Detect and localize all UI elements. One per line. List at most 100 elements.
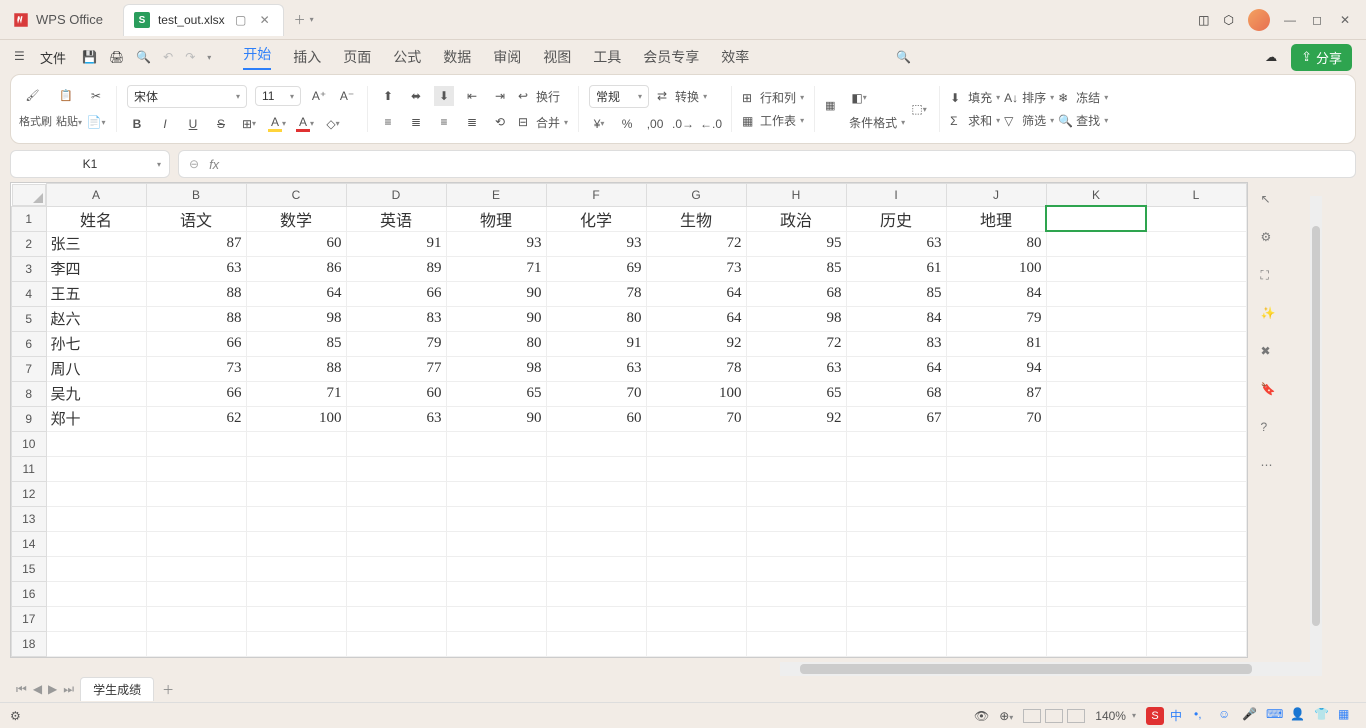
cell-I8[interactable]: 68 [846, 381, 946, 406]
grid-tray-icon[interactable]: ▦ [1338, 707, 1356, 725]
cell-F18[interactable] [546, 631, 646, 656]
cell-L3[interactable] [1146, 256, 1246, 281]
formula-bar[interactable]: ⊖ fx [178, 150, 1356, 178]
tab-插入[interactable]: 插入 [293, 47, 321, 67]
ime-s-icon[interactable]: S [1146, 707, 1164, 725]
cell-D3[interactable]: 89 [346, 256, 446, 281]
cell-L5[interactable] [1146, 306, 1246, 331]
settings-slider-icon[interactable]: ⚙ [1261, 230, 1279, 248]
cell-H11[interactable] [746, 456, 846, 481]
cell-G6[interactable]: 92 [646, 331, 746, 356]
cell-C7[interactable]: 88 [246, 356, 346, 381]
wrap-button[interactable]: ↩换行 [518, 88, 560, 105]
print-preview-icon[interactable]: 🔍 [136, 50, 151, 64]
minimize-icon[interactable]: — [1284, 13, 1298, 27]
cell-L15[interactable] [1146, 556, 1246, 581]
align-right-icon[interactable]: ≡ [434, 112, 454, 132]
col-header-F[interactable]: F [546, 184, 646, 207]
cell-I10[interactable] [846, 431, 946, 456]
cell-A11[interactable] [46, 456, 146, 481]
cell-I15[interactable] [846, 556, 946, 581]
expand-icon[interactable]: ⛶ [1261, 268, 1279, 286]
col-header-K[interactable]: K [1046, 184, 1146, 207]
cell-I4[interactable]: 85 [846, 281, 946, 306]
cell-B13[interactable] [146, 506, 246, 531]
zoom-out-fx-icon[interactable]: ⊖ [189, 157, 199, 171]
cell-D7[interactable]: 77 [346, 356, 446, 381]
cell-K3[interactable] [1046, 256, 1146, 281]
cell-C5[interactable]: 98 [246, 306, 346, 331]
cell-G9[interactable]: 70 [646, 406, 746, 431]
emoji-icon[interactable]: ☺ [1218, 707, 1236, 725]
cell-E11[interactable] [446, 456, 546, 481]
cell-J16[interactable] [946, 581, 1046, 606]
cell-L10[interactable] [1146, 431, 1246, 456]
cell-J13[interactable] [946, 506, 1046, 531]
file-tab[interactable]: S test_out.xlsx ▢ ✕ [123, 4, 284, 36]
cell-G2[interactable]: 72 [646, 231, 746, 256]
cell-J3[interactable]: 100 [946, 256, 1046, 281]
keyboard-icon[interactable]: ⌨ [1266, 707, 1284, 725]
close-icon[interactable]: ✕ [1340, 13, 1354, 27]
bold-button[interactable]: B [127, 114, 147, 134]
cell-A7[interactable]: 周八 [46, 356, 146, 381]
panel-icon[interactable]: ◫ [1198, 13, 1209, 27]
eye-icon[interactable]: 👁 [974, 709, 989, 723]
find-button[interactable]: 🔍查找▾ [1058, 112, 1108, 129]
cell-F1[interactable]: 化学 [546, 206, 646, 231]
cell-E10[interactable] [446, 431, 546, 456]
sheet-prev-icon[interactable]: ◀ [33, 682, 42, 697]
cell-D17[interactable] [346, 606, 446, 631]
cell-G8[interactable]: 100 [646, 381, 746, 406]
freeze-button[interactable]: ❄冻结▾ [1058, 89, 1108, 106]
normal-view-icon[interactable] [1023, 709, 1041, 723]
cell-F14[interactable] [546, 531, 646, 556]
file-menu[interactable]: 文件 [40, 48, 66, 67]
cell-E9[interactable]: 90 [446, 406, 546, 431]
select-tool-icon[interactable]: ↖ [1261, 192, 1279, 210]
cell-J8[interactable]: 87 [946, 381, 1046, 406]
tab-效率[interactable]: 效率 [721, 47, 749, 67]
cell-B7[interactable]: 73 [146, 356, 246, 381]
table-style-button[interactable]: ▦ [825, 99, 845, 119]
cell-E15[interactable] [446, 556, 546, 581]
cell-G5[interactable]: 64 [646, 306, 746, 331]
cell-H14[interactable] [746, 531, 846, 556]
cell-G13[interactable] [646, 506, 746, 531]
cell-B8[interactable]: 66 [146, 381, 246, 406]
cell-H13[interactable] [746, 506, 846, 531]
ime-punct-icon[interactable]: •, [1194, 707, 1212, 725]
copy-icon[interactable]: 📄▾ [86, 112, 106, 132]
save-icon[interactable]: 💾 [82, 50, 97, 64]
increase-decimal-icon[interactable]: .0→ [673, 114, 693, 134]
italic-button[interactable]: I [155, 114, 175, 134]
row-header-17[interactable]: 17 [12, 606, 47, 631]
tab-视图[interactable]: 视图 [543, 47, 571, 67]
tab-工具[interactable]: 工具 [593, 47, 621, 67]
help-icon[interactable]: ? [1261, 420, 1279, 438]
cell-A2[interactable]: 张三 [46, 231, 146, 256]
cell-C9[interactable]: 100 [246, 406, 346, 431]
cell-L8[interactable] [1146, 381, 1246, 406]
cell-J1[interactable]: 地理 [946, 206, 1046, 231]
cell-A12[interactable] [46, 481, 146, 506]
cell-G12[interactable] [646, 481, 746, 506]
cell-B11[interactable] [146, 456, 246, 481]
page-view-icon[interactable] [1045, 709, 1063, 723]
cell-C11[interactable] [246, 456, 346, 481]
name-box[interactable]: K1 ▾ [10, 150, 170, 178]
cell-K5[interactable] [1046, 306, 1146, 331]
cell-G10[interactable] [646, 431, 746, 456]
cell-D8[interactable]: 60 [346, 381, 446, 406]
cell-E17[interactable] [446, 606, 546, 631]
cell-B14[interactable] [146, 531, 246, 556]
cell-G1[interactable]: 生物 [646, 206, 746, 231]
cell-D13[interactable] [346, 506, 446, 531]
cell-F3[interactable]: 69 [546, 256, 646, 281]
cell-G15[interactable] [646, 556, 746, 581]
cell-H4[interactable]: 68 [746, 281, 846, 306]
cell-H7[interactable]: 63 [746, 356, 846, 381]
cell-L13[interactable] [1146, 506, 1246, 531]
cell-E5[interactable]: 90 [446, 306, 546, 331]
cell-I11[interactable] [846, 456, 946, 481]
